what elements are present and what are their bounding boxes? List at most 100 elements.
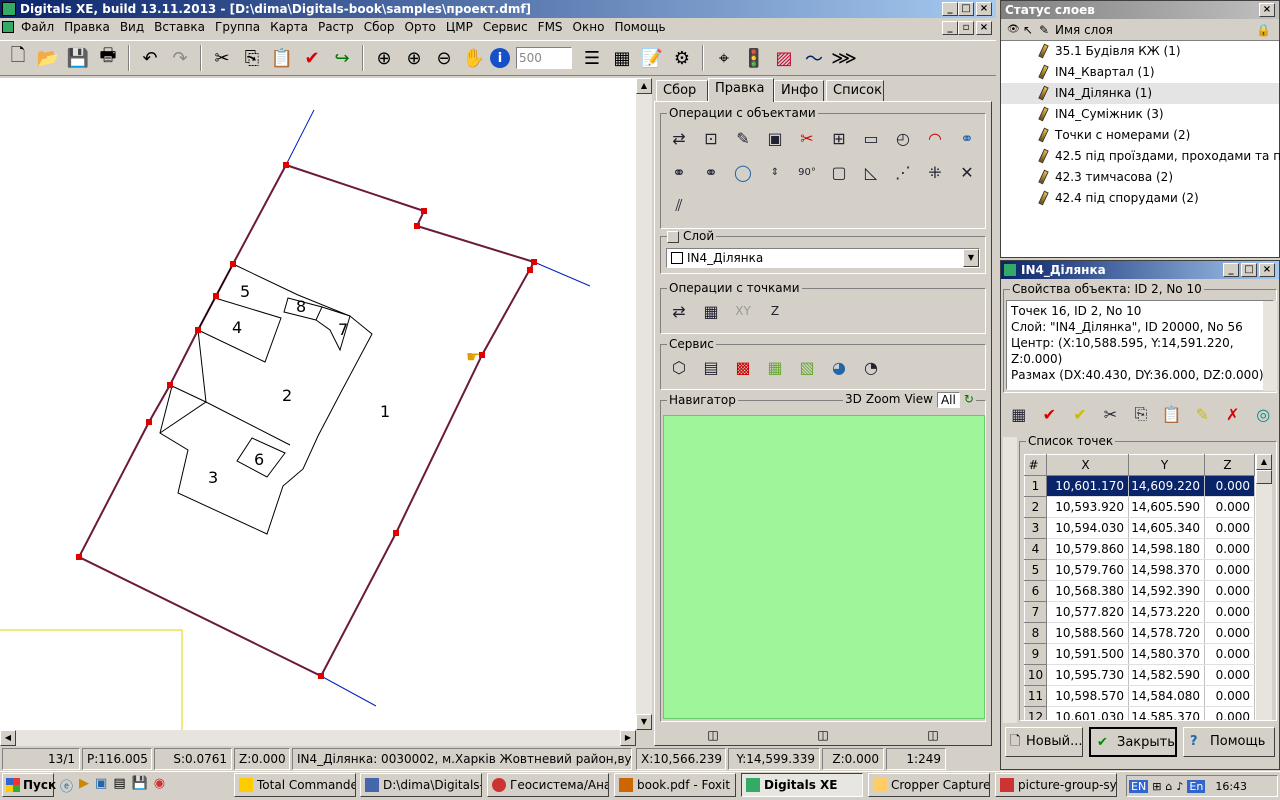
open-folder-icon[interactable]: 📂: [34, 44, 62, 72]
floppy-icon[interactable]: 💾: [132, 776, 148, 795]
table-row[interactable]: 1 10,601.170 14,609.220 0.000: [1024, 475, 1255, 497]
cross-dots-icon[interactable]: ⁜: [921, 158, 949, 186]
table-row[interactable]: 4 10,579.860 14,598.180 0.000: [1024, 538, 1255, 560]
layer-item[interactable]: 42.3 тимчасова (2): [1001, 167, 1279, 188]
desktop-icon[interactable]: ▣: [95, 776, 107, 795]
col-header[interactable]: X: [1046, 454, 1129, 476]
minimize-button[interactable]: _: [942, 2, 958, 16]
tab-list[interactable]: Список: [826, 80, 884, 101]
globe-icon[interactable]: ◕: [825, 353, 853, 381]
layer-item[interactable]: 42.5 під проїздами, проходами та пло: [1001, 146, 1280, 167]
apply-check-icon[interactable]: ✔: [1036, 400, 1064, 428]
layer-item[interactable]: Точки с номерами (2): [1001, 125, 1279, 146]
layers-icon[interactable]: ☰: [578, 44, 606, 72]
intersect-icon[interactable]: ⚭: [665, 158, 693, 186]
cut-icon[interactable]: ✂: [208, 44, 236, 72]
table-cell[interactable]: 14,598.180: [1128, 538, 1205, 560]
table-row[interactable]: 3 10,594.030 14,605.340 0.000: [1024, 517, 1255, 539]
row-number[interactable]: 2: [1024, 496, 1047, 518]
points-scroll-up[interactable]: ▲: [1256, 454, 1272, 470]
delete-pencil-icon[interactable]: ✗: [1219, 400, 1247, 428]
cut-icon[interactable]: ✂: [1097, 400, 1125, 428]
stripes-icon[interactable]: ▨: [770, 44, 798, 72]
volume-icon[interactable]: ♪: [1176, 780, 1183, 793]
cube-icon[interactable]: ⬡: [665, 353, 693, 381]
properties-minimize-button[interactable]: _: [1223, 263, 1239, 277]
media-icon[interactable]: ▶: [79, 776, 89, 795]
table-cell[interactable]: 0.000: [1204, 622, 1255, 644]
new-button[interactable]: 🗋 Новый...: [1005, 727, 1083, 757]
menu-dem[interactable]: ЦМР: [441, 18, 478, 36]
single-view-icon[interactable]: ◫: [707, 728, 718, 742]
pencil-icon[interactable]: ✎: [1188, 400, 1216, 428]
zoom-window-icon[interactable]: ⊕: [370, 44, 398, 72]
menu-view[interactable]: Вид: [115, 18, 149, 36]
table-cell[interactable]: 10,601.170: [1046, 475, 1129, 497]
table-cell[interactable]: 10,593.920: [1046, 496, 1129, 518]
layer-item[interactable]: IN4_Квартал (1): [1001, 62, 1279, 83]
table-cell[interactable]: 14,598.370: [1128, 559, 1205, 581]
menu-help[interactable]: Помощь: [609, 18, 670, 36]
menu-edit[interactable]: Правка: [59, 18, 115, 36]
menu-window[interactable]: Окно: [568, 18, 610, 36]
table-row[interactable]: 7 10,577.820 14,573.220 0.000: [1024, 601, 1255, 623]
table-cell[interactable]: 10,579.760: [1046, 559, 1129, 581]
task-foxit[interactable]: book.pdf - Foxit ...: [614, 773, 736, 797]
table-cell[interactable]: 0.000: [1204, 685, 1255, 707]
center-icon[interactable]: ⊞: [825, 124, 853, 152]
row-number[interactable]: 4: [1024, 538, 1047, 560]
menu-group[interactable]: Группа: [210, 18, 265, 36]
stack-icon[interactable]: ▤: [697, 353, 725, 381]
green-arrow-icon[interactable]: ↪: [328, 44, 356, 72]
arc-icon[interactable]: ◠: [921, 124, 949, 152]
tape-icon[interactable]: ◎: [1250, 400, 1278, 428]
layer-toggle-button[interactable]: [667, 231, 679, 243]
check-icon[interactable]: ✔: [298, 44, 326, 72]
layer-item-selected[interactable]: IN4_Ділянка (1): [1001, 83, 1279, 104]
table-cell[interactable]: 14,578.720: [1128, 622, 1205, 644]
task-picture-group[interactable]: picture-group-sy...: [995, 773, 1117, 797]
map-vscrollbar[interactable]: ▲ ▼: [636, 78, 652, 730]
table-row[interactable]: 2 10,593.920 14,605.590 0.000: [1024, 496, 1255, 518]
table-cell[interactable]: 0.000: [1204, 664, 1255, 686]
props-left-scrollbar[interactable]: [1003, 437, 1017, 723]
gauge-icon[interactable]: ◔: [857, 353, 885, 381]
properties-close-button[interactable]: ×: [1259, 263, 1275, 277]
table-cell[interactable]: 10,598.570: [1046, 685, 1129, 707]
close-button[interactable]: ×: [976, 2, 992, 16]
lang-indicator[interactable]: EN: [1129, 779, 1149, 793]
point-table-icon[interactable]: ▦: [697, 297, 725, 325]
table-row[interactable]: 11 10,598.570 14,584.080 0.000: [1024, 685, 1255, 707]
lang-indicator-2[interactable]: En: [1187, 779, 1206, 793]
xy-icon[interactable]: XY: [729, 297, 757, 325]
col-header[interactable]: Z: [1204, 454, 1255, 476]
pan-hand-icon[interactable]: ✋: [460, 44, 488, 72]
pencil-icon[interactable]: ✎: [729, 124, 757, 152]
menu-collect[interactable]: Сбор: [359, 18, 400, 36]
menu-file[interactable]: Файл: [16, 18, 59, 36]
menu-ortho[interactable]: Орто: [400, 18, 441, 36]
table-cell[interactable]: 14,605.340: [1128, 517, 1205, 539]
task-chrome[interactable]: Геосистема/Ана...: [487, 773, 609, 797]
table-cell[interactable]: 10,568.380: [1046, 580, 1129, 602]
row-number[interactable]: 11: [1024, 685, 1047, 707]
cut-corner-icon[interactable]: ◺: [857, 158, 885, 186]
table-cell[interactable]: 10,591.500: [1046, 643, 1129, 665]
copy-icon[interactable]: ⎘: [238, 44, 266, 72]
map-canvas[interactable]: ☛ 1 2 3 4 5 6 7 8: [0, 78, 636, 730]
circle-icon[interactable]: ◯: [729, 158, 757, 186]
mdi-restore-button[interactable]: ▫: [958, 21, 974, 35]
properties-maximize-button[interactable]: □: [1241, 263, 1257, 277]
info-icon[interactable]: i: [490, 48, 510, 68]
layer-item[interactable]: 35.1 Будівля КЖ (1): [1001, 41, 1279, 62]
layer-item[interactable]: IN4_Суміжник (3): [1001, 104, 1279, 125]
tab-collect[interactable]: Сбор: [656, 80, 708, 101]
menu-fms[interactable]: FMS: [533, 18, 568, 36]
ie-icon[interactable]: ⓔ: [60, 776, 73, 795]
row-number[interactable]: 6: [1024, 580, 1047, 602]
table-cell[interactable]: 10,588.560: [1046, 622, 1129, 644]
layer-select[interactable]: IN4_Ділянка ▼: [666, 248, 980, 268]
menu-map[interactable]: Карта: [265, 18, 313, 36]
task-explorer[interactable]: D:\dima\Digitals-...: [360, 773, 482, 797]
traffic-light-icon[interactable]: 🚦: [740, 44, 768, 72]
